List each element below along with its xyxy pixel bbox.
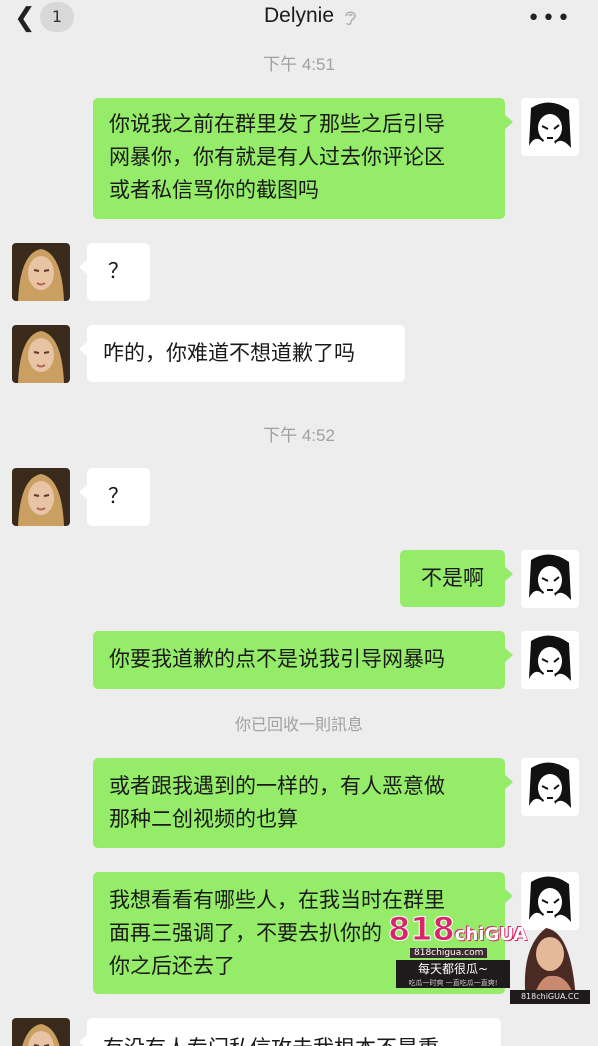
message-line: 或者私信骂你的截图吗 <box>109 178 319 202</box>
watermark-overlay: 818chiGUA 818chigua.com 每天都很瓜~ 吃瓜一时爽 一直吃… <box>388 904 598 1004</box>
message-bubble-outgoing[interactable]: 你说我之前在群里发了那些之后引导 网暴你，你有就是有人过去你评论区 或者私信骂你… <box>93 98 513 219</box>
contact-avatar[interactable] <box>12 468 70 526</box>
message-bubble-incoming[interactable]: 咋的，你难道不想道歉了吗 <box>79 325 405 382</box>
watermark-subline: 吃瓜一时爽 一直吃瓜一直爽! <box>396 978 510 988</box>
message-line: ？ <box>108 259 129 283</box>
message-bubble-outgoing[interactable]: 你要我道歉的点不是说我引导网暴吗 <box>93 631 513 689</box>
message-line: 那种二创视频的也算 <box>109 807 298 831</box>
message-line: 咋的，你难道不想道歉了吗 <box>103 341 355 365</box>
my-avatar[interactable] <box>521 98 579 156</box>
chat-header: ❮ 1 Delynie ••• <box>0 0 598 40</box>
message-bubble-incoming[interactable]: ？ <box>79 468 150 526</box>
message-line: 你要我道歉的点不是说我引导网暴吗 <box>109 647 445 671</box>
message-line: 或者跟我遇到的一样的，有人恶意做 <box>109 774 445 798</box>
contact-avatar[interactable] <box>12 325 70 383</box>
watermark-badge: 818chiGUA.CC <box>510 990 590 1004</box>
watermark-tagline: 每天都很瓜~ <box>396 960 510 978</box>
message-line: 网暴你，你有就是有人过去你评论区 <box>109 145 445 169</box>
message-bubble-incoming[interactable]: ？ <box>79 243 150 301</box>
my-avatar[interactable] <box>521 631 579 689</box>
my-avatar[interactable] <box>521 550 579 608</box>
message-line: 有没有人专门私信攻击我根本不是重 <box>103 1032 485 1046</box>
message-line: 不是啊 <box>421 566 484 590</box>
message-bubble-outgoing[interactable]: 或者跟我遇到的一样的，有人恶意做 那种二创视频的也算 <box>93 758 513 848</box>
contact-avatar[interactable] <box>12 1018 70 1046</box>
timestamp: 下午 4:51 <box>263 55 335 74</box>
more-icon[interactable]: ••• <box>527 6 572 31</box>
message-line: 你说我之前在群里发了那些之后引导 <box>109 112 445 136</box>
recall-notice: 你已回收一則訊息 <box>234 715 363 734</box>
message-line: ？ <box>108 484 129 508</box>
watermark-url: 818chigua.com <box>410 948 488 958</box>
my-avatar[interactable] <box>521 758 579 816</box>
timestamp: 下午 4:52 <box>263 426 335 445</box>
message-bubble-incoming[interactable]: 有没有人专门私信攻击我根本不是重 <box>79 1018 501 1046</box>
message-bubble-outgoing[interactable]: 不是啊 <box>400 550 513 607</box>
contact-avatar[interactable] <box>12 243 70 301</box>
chat-title: Delynie <box>263 4 335 27</box>
ear-icon <box>345 11 356 26</box>
